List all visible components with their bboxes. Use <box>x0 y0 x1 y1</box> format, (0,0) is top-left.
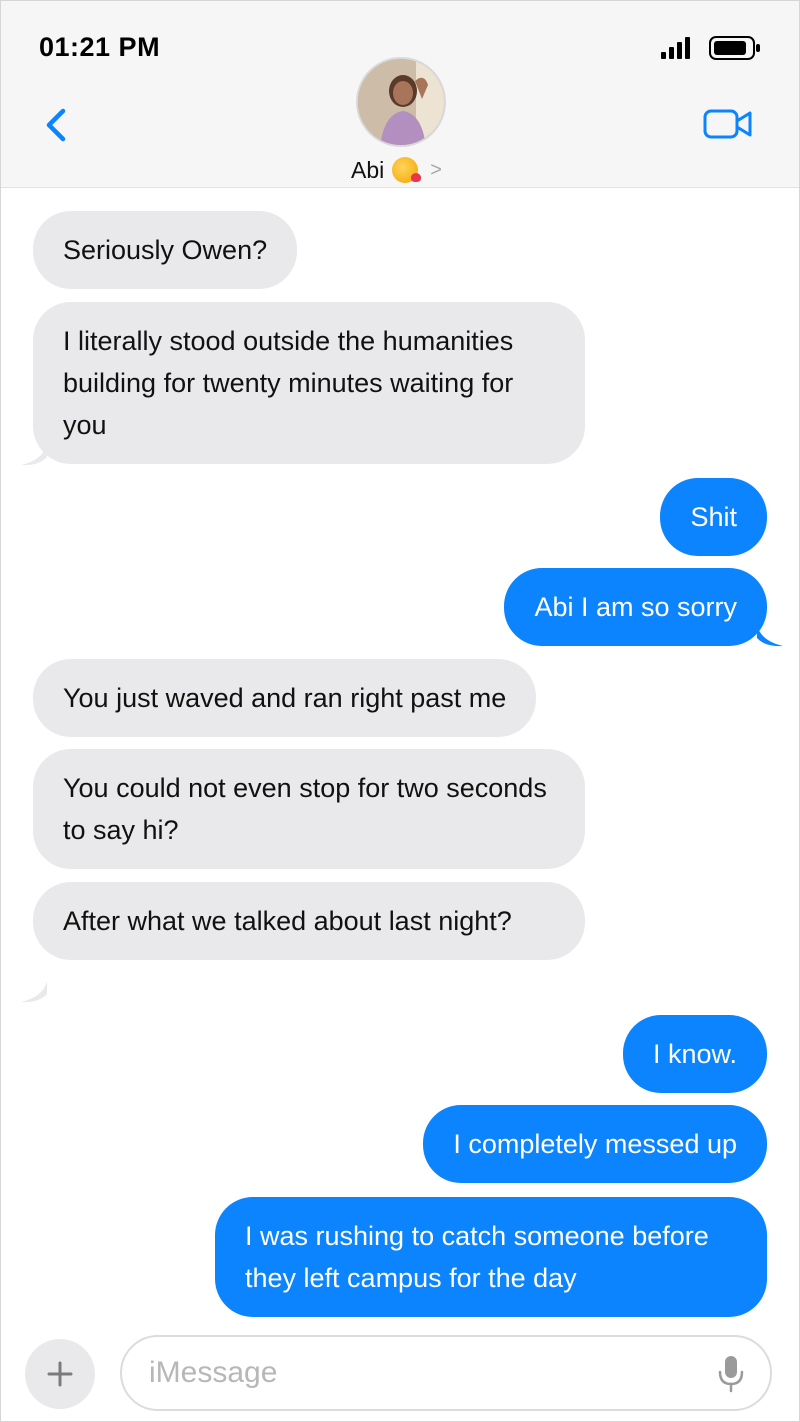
chevron-left-icon[interactable] <box>39 105 73 145</box>
message-received[interactable]: After what we talked about last night? <box>33 882 585 960</box>
message-sent[interactable]: I know. <box>622 1015 767 1093</box>
status-time: 01:21 PM <box>39 32 161 62</box>
message-text: Seriously Owen? <box>63 235 268 265</box>
contact-title[interactable]: Abi > <box>351 155 442 185</box>
kissing-face-emoji-icon <box>392 157 422 183</box>
message-sent[interactable]: Abi I am so sorry <box>504 568 767 646</box>
message-received[interactable]: You could not even stop for two seconds … <box>33 749 585 869</box>
input-placeholder: iMessage <box>149 1356 278 1389</box>
bubble-tail <box>757 625 783 647</box>
message-sent[interactable]: I was rushing to catch someone before th… <box>215 1197 767 1317</box>
conversation-header: 01:21 PM Abi > <box>1 1 799 188</box>
bubble-tail <box>21 444 47 466</box>
message-text: You just waved and ran right past me <box>63 683 507 713</box>
battery-icon <box>709 36 760 60</box>
message-text: I know. <box>652 1039 737 1069</box>
messages-screen: 01:21 PM Abi > Seriously Owen? I literal… <box>0 0 800 1422</box>
avatar-photo <box>358 59 444 145</box>
message-text: I completely messed up <box>453 1129 737 1159</box>
message-received[interactable]: I literally stood outside the humanities… <box>33 302 585 464</box>
message-text: I was rushing to catch someone before th… <box>245 1221 709 1293</box>
message-sent[interactable]: I completely messed up <box>423 1105 767 1183</box>
message-text: Shit <box>690 502 737 532</box>
plus-icon <box>47 1361 73 1387</box>
message-text: Abi I am so sorry <box>534 592 737 622</box>
message-text: After what we talked about last night? <box>63 906 512 936</box>
contact-avatar[interactable] <box>356 57 446 147</box>
message-text: You could not even stop for two seconds … <box>63 773 547 845</box>
signal-icon <box>661 37 690 59</box>
microphone-icon[interactable] <box>718 1355 744 1393</box>
message-text: I literally stood outside the humanities… <box>63 326 514 440</box>
bubble-tail <box>21 981 47 1003</box>
chevron-right-icon: > <box>430 158 442 181</box>
message-sent[interactable]: Shit <box>660 478 767 556</box>
message-received[interactable]: You just waved and ran right past me <box>33 659 537 737</box>
add-attachment-button[interactable] <box>25 1339 95 1409</box>
video-camera-icon[interactable] <box>703 107 753 141</box>
contact-name: Abi <box>351 156 385 183</box>
message-received[interactable]: Seriously Owen? <box>33 211 298 289</box>
imessage-input[interactable]: iMessage <box>120 1335 772 1411</box>
